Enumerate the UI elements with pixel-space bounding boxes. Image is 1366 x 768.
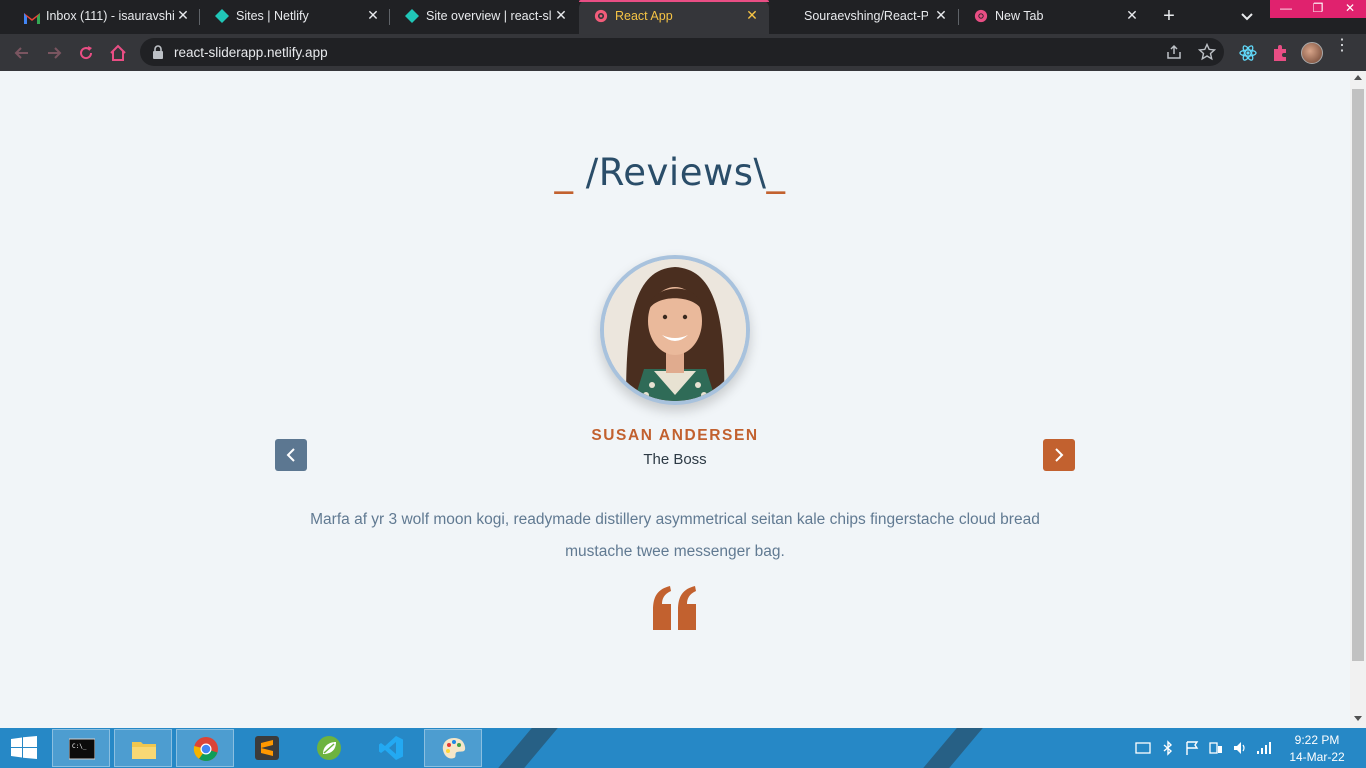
chevron-left-icon	[286, 448, 295, 462]
language-indicator-icon[interactable]	[1135, 740, 1151, 756]
tab-title: Sites | Netlify	[236, 9, 309, 23]
netlify-icon	[215, 9, 229, 23]
page-scrollbar[interactable]	[1350, 71, 1366, 728]
system-clock[interactable]: 9:22 PM 14-Mar-22	[1284, 732, 1350, 766]
close-window-button[interactable]: ✕	[1334, 0, 1366, 18]
close-icon[interactable]: ✕	[176, 8, 190, 22]
taskbar-command-prompt[interactable]: C:\_	[52, 729, 110, 767]
next-review-button[interactable]	[1043, 439, 1075, 471]
react-app-icon	[594, 9, 608, 23]
url-text: react-sliderapp.netlify.app	[174, 45, 328, 60]
person-name: SUSAN ANDERSEN	[591, 427, 759, 444]
close-icon[interactable]: ✕	[934, 8, 948, 22]
restore-button[interactable]: ❐	[1302, 0, 1334, 18]
react-devtools-icon[interactable]	[1238, 43, 1258, 63]
browser-tab-strip: Inbox (111) - isauravshir ✕ Sites | Netl…	[0, 0, 1366, 34]
scroll-down-arrow[interactable]	[1354, 716, 1362, 721]
heading-underscore-right: _	[766, 151, 786, 194]
tab-title: Site overview | react-slid	[426, 9, 552, 23]
new-tab-button[interactable]: +	[1158, 6, 1180, 28]
clock-date: 14-Mar-22	[1289, 750, 1345, 764]
clock-time: 9:22 PM	[1294, 733, 1340, 747]
tab-title: New Tab	[995, 9, 1044, 23]
chrome-icon	[974, 9, 988, 23]
address-bar[interactable]: react-sliderapp.netlify.app	[140, 38, 1224, 66]
signal-strength-icon[interactable]	[1256, 740, 1272, 756]
taskbar-sublime-text[interactable]	[238, 729, 296, 767]
chevron-right-icon	[1055, 448, 1064, 462]
extensions-puzzle-icon[interactable]	[1270, 43, 1290, 63]
windows-taskbar: C:\_ 9:22 PM 14-Mar-22	[0, 728, 1366, 768]
taskbar-file-explorer[interactable]	[114, 729, 172, 767]
tab-gmail[interactable]: Inbox (111) - isauravshir ✕	[10, 0, 200, 34]
share-icon[interactable]	[1166, 44, 1182, 60]
windows-start-icon[interactable]	[10, 736, 38, 760]
taskbar-vs-code[interactable]	[362, 729, 420, 767]
quote-icon	[653, 586, 696, 630]
heading-text: /Reviews\	[573, 151, 767, 194]
scroll-up-arrow[interactable]	[1354, 75, 1362, 80]
tab-react-app[interactable]: React App ✕	[579, 0, 769, 34]
minimize-button[interactable]: —	[1270, 0, 1302, 18]
tab-new-tab[interactable]: New Tab ✕	[959, 0, 1149, 34]
vs-code-icon	[379, 736, 403, 760]
person-photo-frame	[600, 255, 750, 405]
netlify-icon	[405, 9, 419, 23]
command-prompt-icon: C:\_	[69, 738, 95, 760]
tab-title: React App	[615, 9, 673, 23]
tab-github[interactable]: Souraevshing/React-Pro ✕	[770, 0, 958, 34]
person-job: The Boss	[643, 451, 707, 468]
taskbar-chrome[interactable]	[176, 729, 234, 767]
star-icon[interactable]	[1198, 43, 1216, 61]
bluetooth-icon[interactable]	[1160, 740, 1176, 756]
person-photo	[604, 259, 746, 401]
review-text: Marfa af yr 3 wolf moon kogi, readymade …	[310, 511, 1040, 560]
back-arrow-icon[interactable]	[12, 43, 32, 63]
taskbar-paint[interactable]	[424, 729, 482, 767]
scrollbar-thumb[interactable]	[1352, 89, 1364, 661]
window-controls: — ❐ ✕	[1270, 0, 1366, 18]
chevron-down-icon[interactable]	[1238, 9, 1256, 25]
taskbar-decoration	[489, 728, 567, 768]
prev-review-button[interactable]	[275, 439, 307, 471]
profile-avatar[interactable]	[1301, 42, 1323, 64]
taskbar-decoration	[914, 728, 992, 768]
forward-arrow-icon[interactable]	[44, 43, 64, 63]
tab-title: Souraevshing/React-Pro	[804, 9, 928, 23]
tab-title: Inbox (111) - isauravshir	[46, 9, 174, 23]
page-content: _ /Reviews\_ SUSAN ANDERSEN The Boss Mar…	[0, 71, 1350, 728]
sublime-text-icon	[255, 736, 279, 760]
lock-icon[interactable]	[152, 45, 164, 59]
close-icon[interactable]: ✕	[366, 8, 380, 22]
action-center-flag-icon[interactable]	[1184, 740, 1200, 756]
home-icon[interactable]	[108, 43, 128, 63]
chrome-icon	[193, 737, 218, 761]
tab-netlify-sites[interactable]: Sites | Netlify ✕	[200, 0, 390, 34]
paint-palette-icon	[442, 738, 466, 759]
page-title: _ /Reviews\_	[540, 151, 800, 194]
tab-netlify-overview[interactable]: Site overview | react-slid ✕	[390, 0, 578, 34]
browser-toolbar: react-sliderapp.netlify.app	[0, 34, 1366, 71]
folder-icon	[132, 742, 156, 759]
heading-underscore-left: _	[554, 151, 574, 194]
volume-icon[interactable]	[1232, 740, 1248, 756]
reload-icon[interactable]	[76, 43, 96, 63]
more-menu-icon[interactable]: ⋮	[1334, 38, 1350, 62]
network-icon[interactable]	[1208, 740, 1224, 756]
close-icon[interactable]: ✕	[554, 8, 568, 22]
svg-text:C:\_: C:\_	[72, 743, 87, 750]
spring-leaf-icon	[317, 736, 341, 760]
close-icon[interactable]: ✕	[1125, 8, 1139, 22]
gmail-icon	[24, 13, 40, 24]
taskbar-spring-tool-suite[interactable]	[300, 729, 358, 767]
close-icon[interactable]: ✕	[745, 8, 759, 22]
